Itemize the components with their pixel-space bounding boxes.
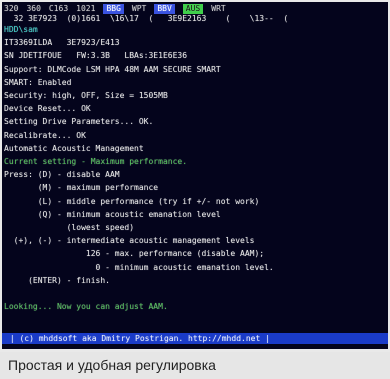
console-line: Support: DLMCode LSM HPA 48M AAM SECURE … — [4, 64, 221, 74]
console-line: (M) - maximum performance — [4, 183, 159, 193]
register-flag: WPT — [131, 4, 147, 13]
console-line: Device Reset... OK — [4, 104, 91, 114]
console-line: Recalibrate... OK — [4, 130, 86, 140]
register-flag: 360 — [26, 4, 41, 13]
status-bar: | (c) mhddsoft aka Dmitry Postrigan. htt… — [2, 333, 388, 344]
screenshot-frame: 320 360 C163 1021 BBG WPT BBV AUS WRT 32 3E7923 … — [0, 0, 390, 379]
console-line: (+), (-) - intermediate acoustic managem… — [4, 236, 255, 246]
console-line: 126 - max. performance (disable AAM); — [4, 249, 265, 259]
console-line: HDD\sam — [4, 25, 38, 34]
register-bar: 320 360 C163 1021 BBG WPT BBV AUS WRT — [4, 4, 386, 14]
register-flag: BBG — [103, 4, 124, 14]
console-line: (lowest speed) — [4, 223, 135, 232]
image-caption: Простая и удобная регулировка — [0, 352, 390, 379]
console-line: Automatic Acoustic Management — [4, 143, 144, 153]
register-flag: 320 — [4, 4, 19, 13]
console-line: SMART: Enabled — [4, 77, 72, 87]
register-flag: C163 — [48, 4, 69, 13]
register-flag: BBV — [154, 4, 175, 14]
register-flag: AUS — [182, 4, 204, 14]
console-line: (ENTER) - finish. — [4, 275, 110, 285]
console-line: SN JDETIFOUE FW:3.3B LBAs:3E1E6E36 — [4, 51, 188, 61]
console-line: (Q) - minimum acoustic emanation level — [4, 209, 221, 219]
console-line: Security: high, OFF, Size = 1505MB — [4, 91, 168, 100]
terminal-screen: 320 360 C163 1021 BBG WPT BBV AUS WRT 32 3E7923 … — [2, 2, 388, 349]
console-line: 0 - minimum acoustic emanation level. — [4, 262, 274, 272]
console-line: Setting Drive Parameters... OK. — [4, 117, 154, 127]
console-line: Looking... Now you can adjust AAM. — [4, 302, 168, 312]
console-line: Current setting - Maximum performance. — [4, 157, 188, 166]
console-line: (L) - middle performance (try if +/- not… — [4, 196, 260, 206]
register-flag: 1021 — [76, 4, 96, 13]
console-line: IT3369ILDA 3E7923/E413 — [4, 38, 120, 48]
address-bar: 32 3E7923 (0)1661 \16\17 ( 3E9E2163 ( \1… — [4, 14, 289, 23]
console-line: Press: (D) - disable AAM — [4, 170, 120, 180]
register-flag: WRT — [211, 4, 226, 13]
